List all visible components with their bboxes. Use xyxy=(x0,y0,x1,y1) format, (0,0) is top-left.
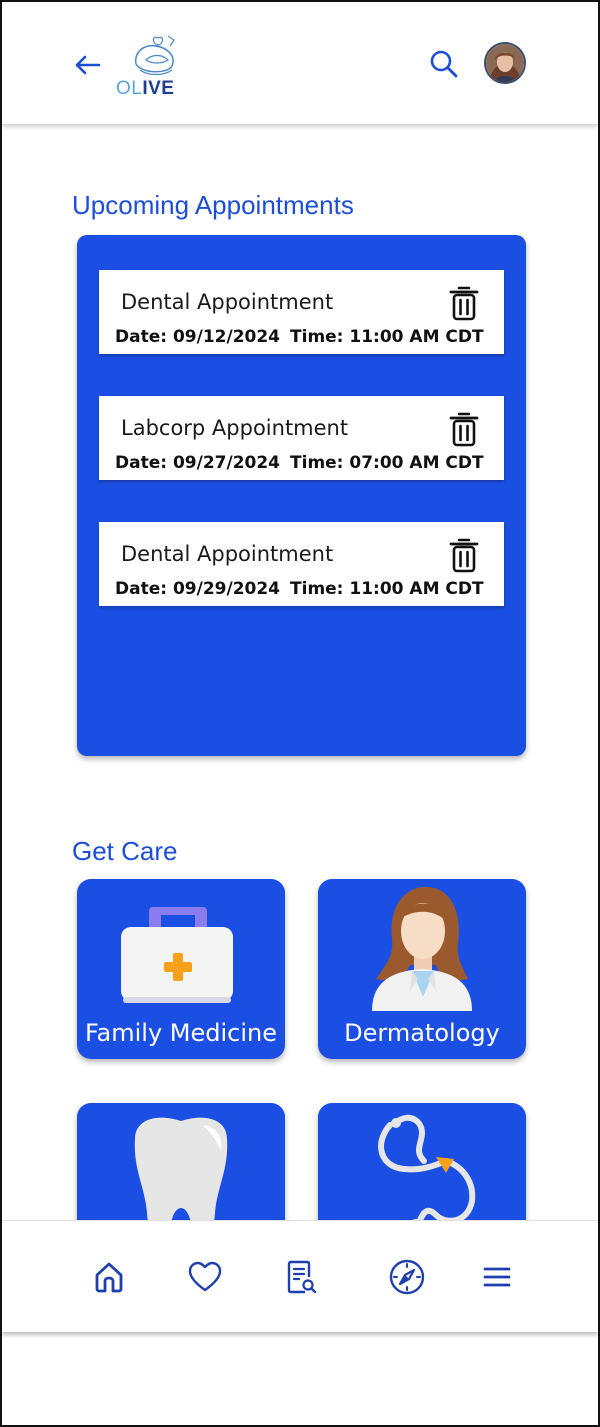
care-tile-dermatology[interactable]: Dermatology xyxy=(318,879,526,1059)
logo-text-bold: IVE xyxy=(142,78,175,99)
upcoming-appointments-title: Upcoming Appointments xyxy=(72,190,354,220)
olive-logo: OLIVE xyxy=(114,34,184,100)
appointment-date: Date: 09/27/2024 xyxy=(115,453,281,473)
appointment-time: Time: 11:00 AM CDT xyxy=(290,579,484,599)
search-icon xyxy=(430,50,458,78)
delete-appointment-button[interactable] xyxy=(448,410,480,448)
appointment-card[interactable]: Dental Appointment Date: 09/29/2024 Time:… xyxy=(99,522,504,606)
care-tile-label: Dermatology xyxy=(344,1019,500,1047)
appointment-title: Labcorp Appointment xyxy=(121,416,349,440)
appointment-time: Time: 07:00 AM CDT xyxy=(290,453,484,473)
appointment-card[interactable]: Dental Appointment Date: 09/12/2024 Time:… xyxy=(99,270,504,354)
heart-icon xyxy=(188,1261,222,1292)
nav-explore[interactable] xyxy=(385,1255,429,1299)
appointment-datetime: Date: 09/27/2024 Time: 07:00 AM CDT xyxy=(115,453,494,473)
trash-icon xyxy=(449,538,479,573)
top-app-bar: OLIVE xyxy=(2,2,598,124)
home-icon xyxy=(95,1262,123,1293)
menu-icon xyxy=(483,1267,511,1287)
nav-home[interactable] xyxy=(87,1255,131,1299)
get-care-title: Get Care xyxy=(72,836,178,866)
records-search-icon xyxy=(287,1260,317,1294)
delete-appointment-button[interactable] xyxy=(448,536,480,574)
search-button[interactable] xyxy=(426,46,462,82)
care-tile-family-medicine[interactable]: Family Medicine xyxy=(77,879,285,1059)
app-screen: OLIVE Upcoming Appointments Dental Appoi… xyxy=(0,0,600,1427)
appointment-title: Dental Appointment xyxy=(121,542,334,566)
nav-menu[interactable] xyxy=(475,1255,519,1299)
appointment-date: Date: 09/29/2024 xyxy=(115,579,281,599)
appointment-title: Dental Appointment xyxy=(121,290,334,314)
appointment-time: Time: 11:00 AM CDT xyxy=(290,327,484,347)
trash-icon xyxy=(449,412,479,447)
appointment-card[interactable]: Labcorp Appointment Date: 09/27/2024 Time… xyxy=(99,396,504,480)
appointment-datetime: Date: 09/29/2024 Time: 11:00 AM CDT xyxy=(115,579,494,599)
appointments-panel: Dental Appointment Date: 09/12/2024 Time:… xyxy=(77,235,526,756)
back-button[interactable] xyxy=(70,48,104,82)
delete-appointment-button[interactable] xyxy=(448,284,480,322)
nav-records[interactable] xyxy=(279,1255,323,1299)
appointment-datetime: Date: 09/12/2024 Time: 11:00 AM CDT xyxy=(115,327,494,347)
care-tile-label: Family Medicine xyxy=(84,1019,278,1047)
logo-wordmark: OLIVE xyxy=(116,78,174,100)
appointment-date: Date: 09/12/2024 xyxy=(115,327,281,347)
nav-favorites[interactable] xyxy=(183,1255,227,1299)
user-avatar[interactable] xyxy=(484,42,526,84)
compass-icon xyxy=(389,1259,425,1295)
bottom-navigation xyxy=(2,1220,598,1332)
trash-icon xyxy=(449,286,479,321)
logo-text-light: OL xyxy=(116,78,143,99)
user-avatar-image xyxy=(486,44,524,82)
arrow-left-icon xyxy=(75,55,101,75)
logo-emblem-icon xyxy=(135,35,175,76)
